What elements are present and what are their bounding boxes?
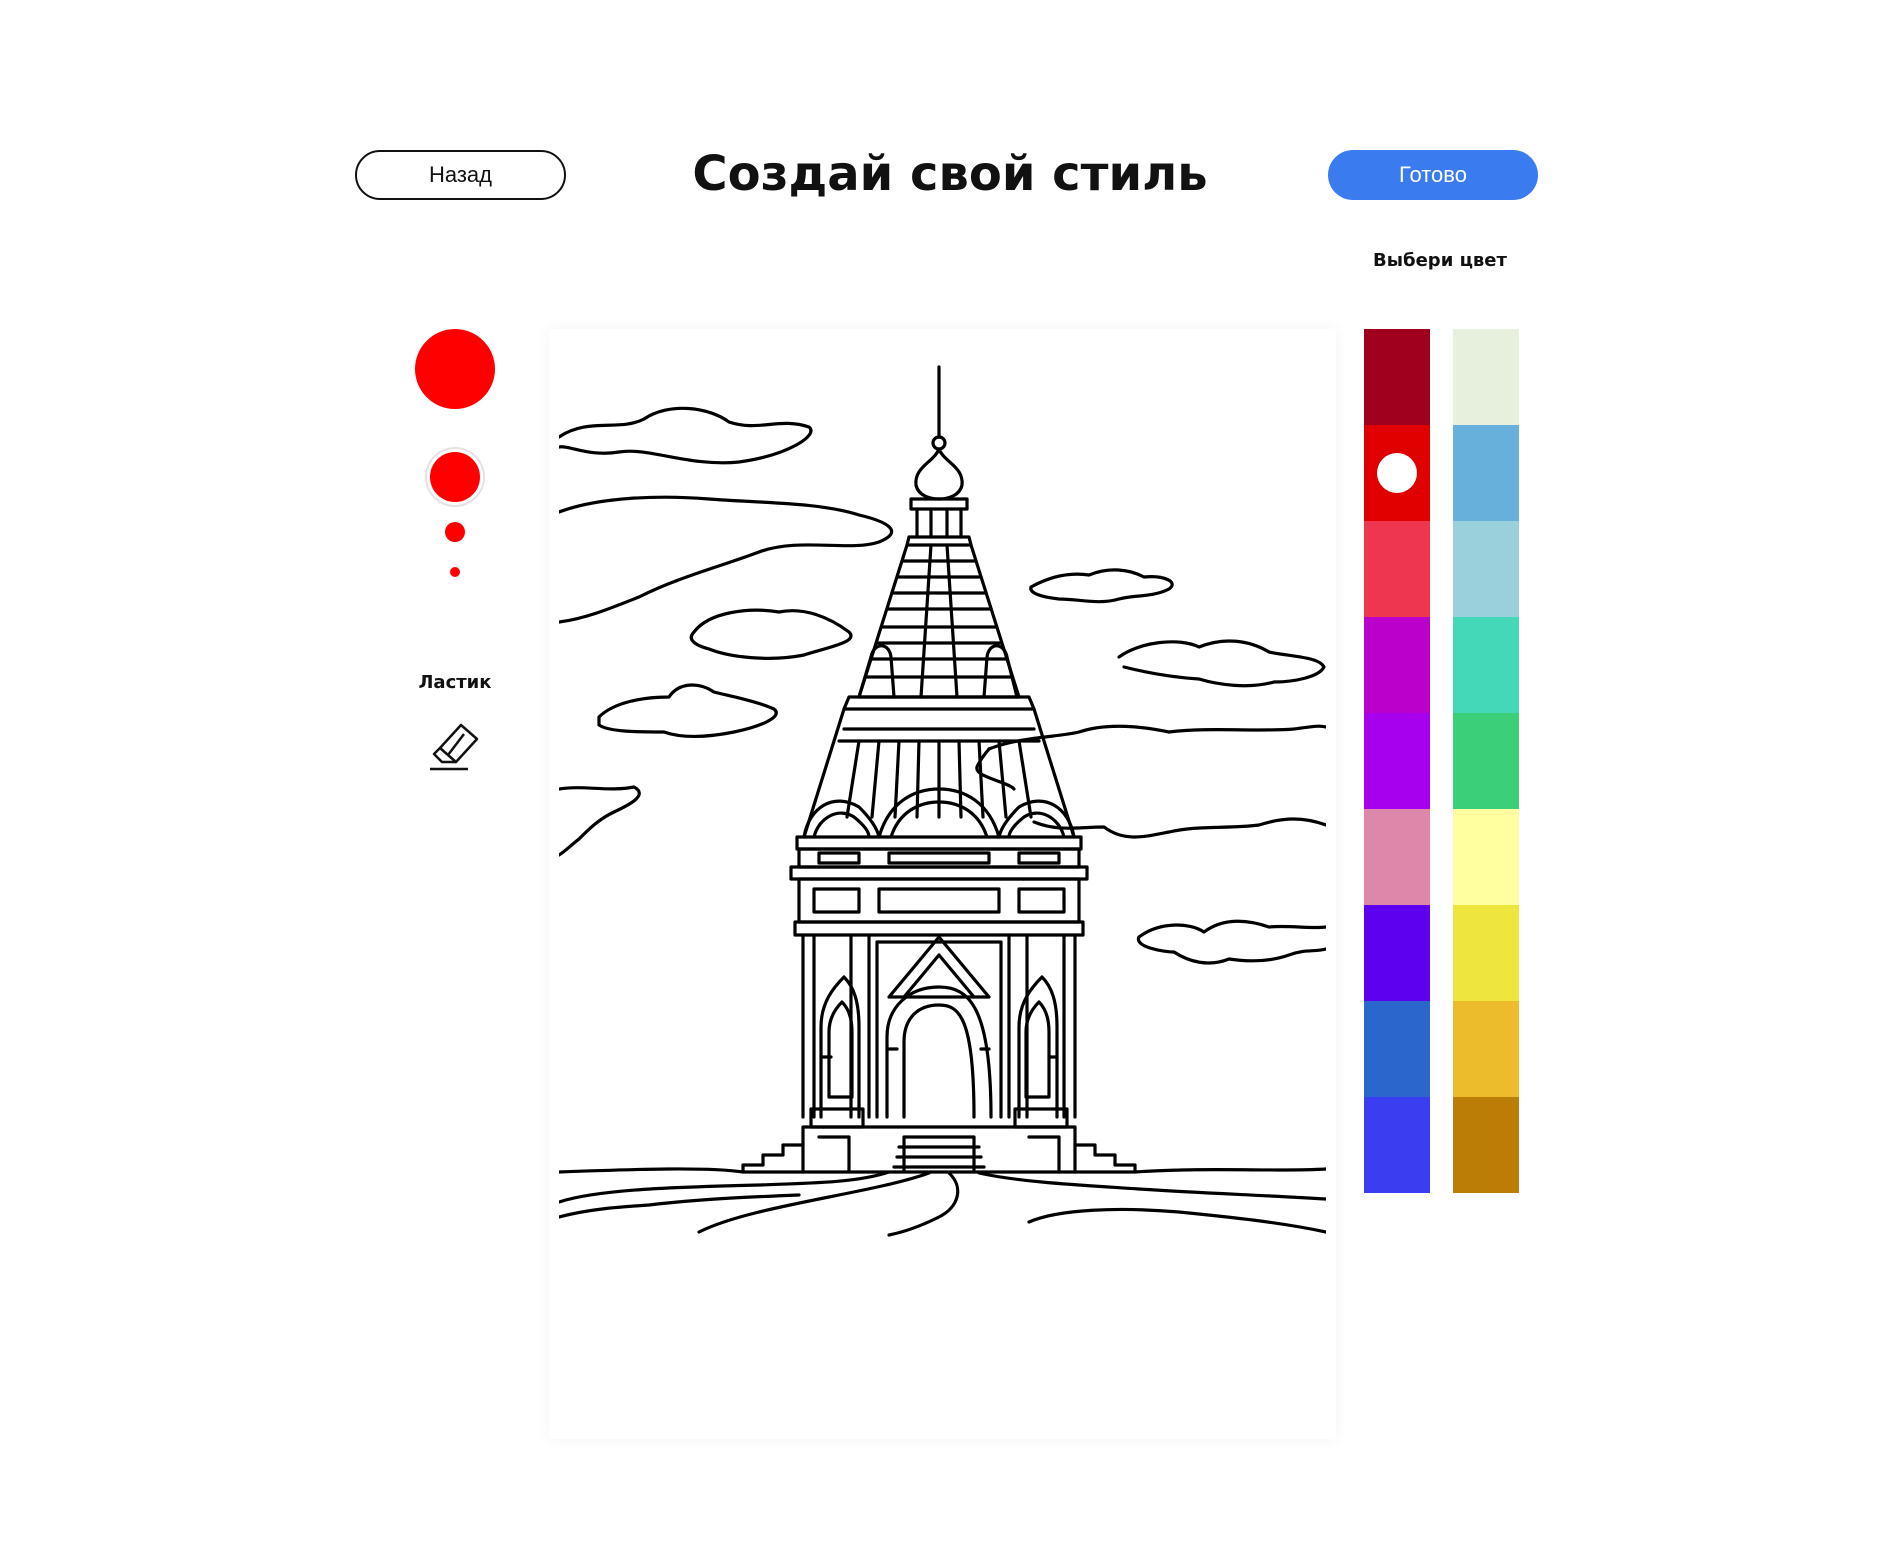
palette-column-right [1453,329,1519,1193]
color-swatch-right-6[interactable] [1453,809,1519,905]
color-swatch-right-1[interactable] [1453,329,1519,425]
color-swatch-left-9[interactable] [1364,1097,1430,1193]
color-swatch-left-6[interactable] [1364,809,1430,905]
coloring-canvas[interactable] [549,329,1336,1439]
eraser-icon[interactable] [428,720,484,772]
color-swatch-right-2[interactable] [1453,425,1519,521]
color-swatch-left-5[interactable] [1364,713,1430,809]
selected-color-indicator [1377,453,1417,493]
done-button[interactable]: Готово [1328,150,1538,200]
color-swatch-left-4[interactable] [1364,617,1430,713]
brush-size-l-selected[interactable] [430,452,480,502]
back-button[interactable]: Назад [355,150,566,200]
brush-size-m[interactable] [445,522,465,542]
color-swatch-right-9[interactable] [1453,1097,1519,1193]
color-swatch-left-8[interactable] [1364,1001,1430,1097]
tower-chapel-drawing[interactable] [559,337,1326,1431]
color-swatch-left-3[interactable] [1364,521,1430,617]
color-swatch-left-2[interactable] [1364,425,1430,521]
eraser-label: Ластик [418,672,492,693]
color-swatch-left-7[interactable] [1364,905,1430,1001]
palette-column-left [1364,329,1430,1193]
color-swatch-right-8[interactable] [1453,1001,1519,1097]
brush-size-xl[interactable] [415,329,495,409]
palette-label: Выбери цвет [1373,250,1507,271]
page-title: Создай свой стиль [692,146,1208,202]
color-swatch-left-1[interactable] [1364,329,1430,425]
brush-size-s[interactable] [450,567,460,577]
color-swatch-right-5[interactable] [1453,713,1519,809]
color-swatch-right-7[interactable] [1453,905,1519,1001]
color-swatch-right-3[interactable] [1453,521,1519,617]
color-swatch-right-4[interactable] [1453,617,1519,713]
